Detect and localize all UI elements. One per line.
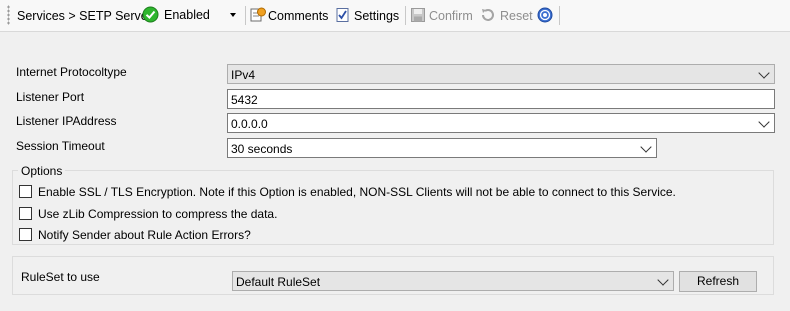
chevron-down-icon xyxy=(640,141,652,153)
chevron-down-icon xyxy=(758,67,770,79)
help-icon[interactable] xyxy=(537,7,553,23)
ruleset-select[interactable]: Default RuleSet xyxy=(232,271,674,291)
timeout-label: Session Timeout xyxy=(16,139,105,153)
breadcrumb: Services > SETP Server xyxy=(17,9,152,23)
reset-icon xyxy=(482,9,494,21)
chevron-down-icon xyxy=(230,13,236,17)
zlib-checkbox[interactable] xyxy=(19,207,32,220)
refresh-button[interactable]: Refresh xyxy=(679,271,757,292)
ssl-checkbox-label[interactable]: Enable SSL / TLS Encryption. Note if thi… xyxy=(38,185,676,199)
port-value: 5432 xyxy=(231,93,258,107)
status-value: Enabled xyxy=(164,8,210,22)
timeout-select[interactable]: 30 seconds xyxy=(227,138,657,158)
chevron-down-icon xyxy=(657,274,669,286)
chevron-down-icon xyxy=(758,116,770,128)
confirm-button[interactable]: Confirm xyxy=(429,7,473,25)
reset-button[interactable]: Reset xyxy=(500,7,533,25)
toolbar-separator xyxy=(245,6,246,25)
notify-checkbox[interactable] xyxy=(19,228,32,241)
toolbar: Services > SETP Server Enabled Comments … xyxy=(0,0,790,32)
notify-checkbox-label[interactable]: Notify Sender about Rule Action Errors? xyxy=(38,228,251,242)
protocol-select[interactable]: IPv4 xyxy=(227,64,775,84)
options-title: Options xyxy=(18,164,66,178)
ruleset-label: RuleSet to use xyxy=(21,270,100,284)
comments-icon[interactable] xyxy=(250,7,266,23)
timeout-value: 30 seconds xyxy=(231,142,293,156)
ruleset-group: RuleSet to use Default RuleSet Refresh xyxy=(12,256,774,295)
port-input[interactable]: 5432 xyxy=(227,89,775,109)
ip-select[interactable]: 0.0.0.0 xyxy=(227,113,775,133)
protocol-value: IPv4 xyxy=(231,68,256,82)
settings-button[interactable]: Settings xyxy=(354,7,399,25)
zlib-checkbox-label[interactable]: Use zLib Compression to compress the dat… xyxy=(38,207,277,221)
ip-value: 0.0.0.0 xyxy=(231,117,268,131)
comments-button[interactable]: Comments xyxy=(268,7,328,25)
ssl-checkbox[interactable] xyxy=(19,185,32,198)
options-group: Options Enable SSL / TLS Encryption. Not… xyxy=(12,164,774,245)
toolbar-grip[interactable] xyxy=(7,5,10,25)
protocol-label: Internet Protocoltype xyxy=(16,65,127,79)
ip-label: Listener IPAddress xyxy=(16,114,117,128)
settings-panel: Internet Protocoltype IPv4 Listener Port… xyxy=(5,37,785,307)
toolbar-separator xyxy=(559,6,560,25)
check-circle-icon xyxy=(142,6,159,23)
save-icon xyxy=(411,8,425,22)
toolbar-separator xyxy=(405,6,406,25)
ruleset-value: Default RuleSet xyxy=(236,275,321,289)
status-dropdown[interactable]: Enabled xyxy=(141,4,241,26)
port-label: Listener Port xyxy=(16,90,85,104)
settings-icon[interactable] xyxy=(335,7,351,23)
